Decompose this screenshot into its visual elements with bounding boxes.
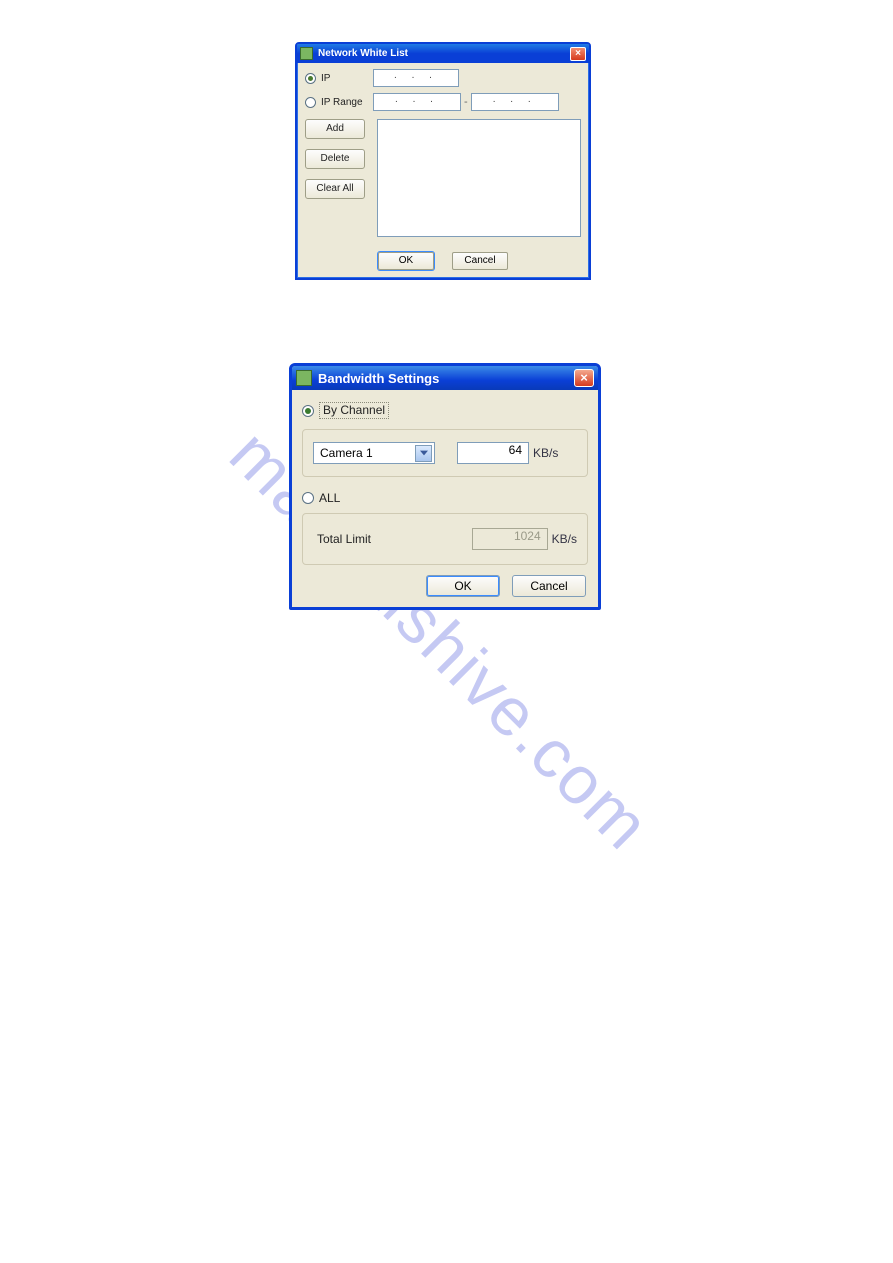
ip-input[interactable]: . . .: [373, 69, 459, 87]
ip-range-label: IP Range: [321, 97, 373, 108]
close-button[interactable]: ×: [570, 47, 586, 61]
dialog-title: Bandwidth Settings: [318, 371, 574, 386]
channel-unit-label: KB/s: [533, 446, 558, 460]
dialog-title: Network White List: [318, 48, 570, 59]
total-limit-input: 1024: [472, 528, 548, 550]
titlebar: Bandwidth Settings ×: [292, 366, 598, 390]
chevron-down-icon: [415, 445, 432, 462]
close-button[interactable]: ×: [574, 369, 594, 387]
network-whitelist-dialog: Network White List × IP . . . IP Range .…: [295, 42, 591, 280]
cancel-button[interactable]: Cancel: [452, 252, 508, 270]
ip-range-radio[interactable]: [305, 97, 316, 108]
bandwidth-settings-dialog: Bandwidth Settings × By Channel Camera 1…: [289, 363, 601, 610]
app-icon: [300, 47, 313, 60]
ip-label: IP: [321, 73, 373, 84]
ip-range-to-input[interactable]: . . .: [471, 93, 559, 111]
total-group: Total Limit 1024 KB/s: [302, 513, 588, 565]
camera-dropdown[interactable]: Camera 1: [313, 442, 435, 464]
channel-limit-input[interactable]: 64: [457, 442, 529, 464]
titlebar: Network White List ×: [297, 44, 589, 63]
ip-range-from-input[interactable]: . . .: [373, 93, 461, 111]
channel-group: Camera 1 64 KB/s: [302, 429, 588, 477]
total-unit-label: KB/s: [552, 532, 577, 546]
camera-selected-value: Camera 1: [320, 446, 373, 460]
app-icon: [296, 370, 312, 386]
ok-button[interactable]: OK: [426, 575, 500, 597]
range-separator: -: [464, 96, 468, 108]
clear-all-button[interactable]: Clear All: [305, 179, 365, 199]
cancel-button[interactable]: Cancel: [512, 575, 586, 597]
radio-selected-icon: [308, 76, 313, 81]
radio-selected-icon: [305, 408, 311, 414]
all-radio[interactable]: [302, 492, 314, 504]
by-channel-label: By Channel: [319, 402, 389, 419]
ok-button[interactable]: OK: [378, 252, 434, 270]
delete-button[interactable]: Delete: [305, 149, 365, 169]
all-label: ALL: [319, 491, 340, 505]
ip-radio[interactable]: [305, 73, 316, 84]
add-button[interactable]: Add: [305, 119, 365, 139]
whitelist-listbox[interactable]: [377, 119, 581, 237]
by-channel-radio[interactable]: [302, 405, 314, 417]
total-limit-label: Total Limit: [317, 532, 371, 546]
